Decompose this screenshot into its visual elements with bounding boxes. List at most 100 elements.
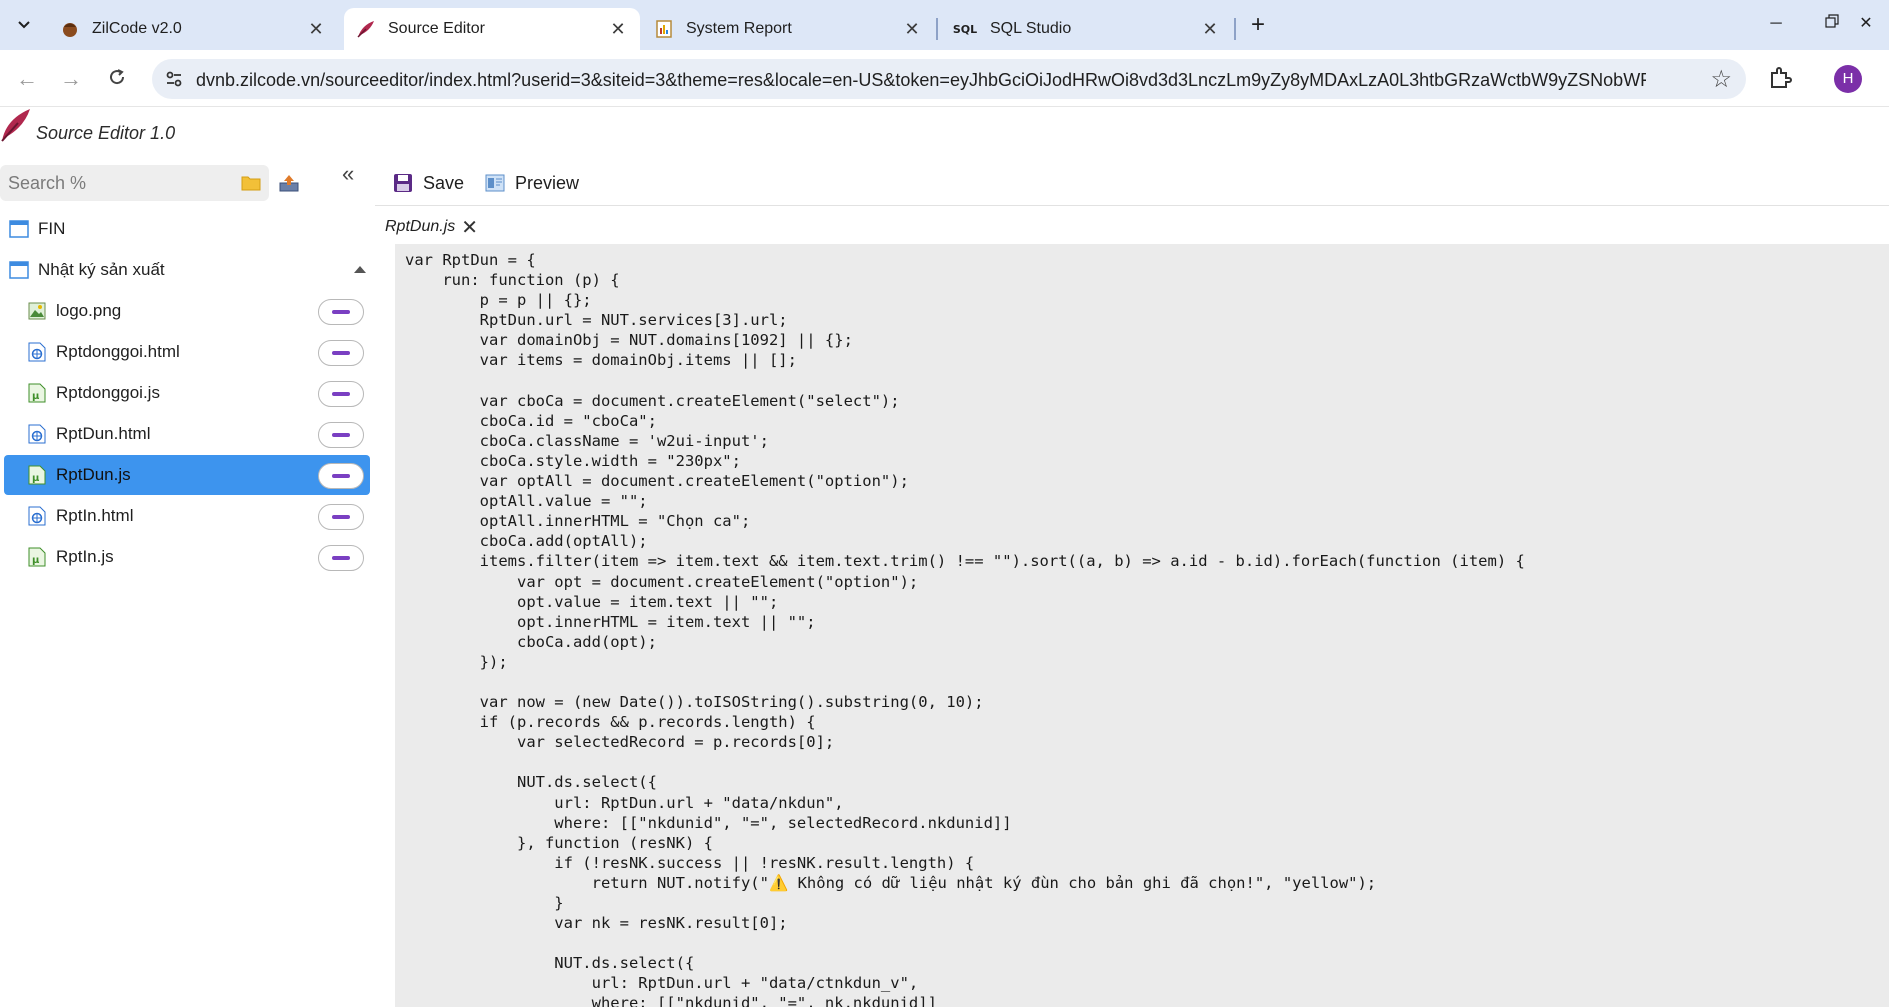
code-line[interactable]: var opt = document.createElement("option… bbox=[405, 572, 1525, 592]
open-folder-button[interactable] bbox=[233, 165, 269, 201]
remove-file-button[interactable] bbox=[318, 422, 364, 448]
save-button[interactable]: Save bbox=[393, 168, 464, 198]
code-line[interactable]: var RptDun = { bbox=[405, 250, 1525, 270]
search-input[interactable] bbox=[0, 165, 233, 201]
code-line[interactable]: }); bbox=[405, 652, 1525, 672]
code-line[interactable]: var optAll = document.createElement("opt… bbox=[405, 471, 1525, 491]
code-line[interactable]: optAll.innerHTML = "Chọn ca"; bbox=[405, 511, 1525, 531]
tab-separator bbox=[1234, 18, 1236, 40]
image-file-icon bbox=[26, 300, 48, 322]
tree-file-rptin-js[interactable]: μ RptIn.js bbox=[4, 537, 370, 577]
remove-file-button[interactable] bbox=[318, 381, 364, 407]
code-line[interactable]: var domainObj = NUT.domains[1092] || {}; bbox=[405, 330, 1525, 350]
code-line[interactable]: url: RptDun.url + "data/ctnkdun_v", bbox=[405, 973, 1525, 993]
code-line[interactable]: return NUT.notify("⚠️ Không có dữ liệu n… bbox=[405, 873, 1525, 893]
code-line[interactable]: if (!resNK.success || !resNK.result.leng… bbox=[405, 853, 1525, 873]
browser-tab-source-editor[interactable]: Source Editor ✕ bbox=[344, 8, 640, 50]
upload-button[interactable] bbox=[271, 165, 307, 201]
code-line[interactable]: cboCa.id = "cboCa"; bbox=[405, 411, 1525, 431]
code-line[interactable]: cboCa.add(opt); bbox=[405, 632, 1525, 652]
remove-file-button[interactable] bbox=[318, 299, 364, 325]
code-line[interactable] bbox=[405, 371, 1525, 391]
tab-title: ZilCode v2.0 bbox=[92, 20, 182, 37]
tree-item-label: RptIn.js bbox=[56, 547, 114, 566]
preview-button[interactable]: Preview bbox=[485, 168, 579, 198]
open-file-name: RptDun.js bbox=[385, 218, 456, 235]
code-editor[interactable]: var RptDun = { run: function (p) { p = p… bbox=[395, 244, 1889, 1007]
code-line[interactable]: NUT.ds.select({ bbox=[405, 953, 1525, 973]
remove-file-button[interactable] bbox=[318, 545, 364, 571]
collapse-caret-icon[interactable] bbox=[354, 266, 366, 273]
acorn-favicon-icon bbox=[60, 19, 80, 39]
code-line[interactable]: var selectedRecord = p.records[0]; bbox=[405, 732, 1525, 752]
code-line[interactable]: run: function (p) { bbox=[405, 270, 1525, 290]
tree-file-rptdun-js[interactable]: μ RptDun.js bbox=[4, 455, 370, 495]
tree-folder-nhat-ky-san-xuat[interactable]: Nhật ký sản xuất bbox=[8, 250, 374, 290]
tab-search-menu-button[interactable] bbox=[10, 12, 38, 38]
code-line[interactable]: }, function (resNK) { bbox=[405, 833, 1525, 853]
close-tab-icon[interactable]: ✕ bbox=[1200, 19, 1220, 39]
close-window-button[interactable]: ✕ bbox=[1846, 10, 1886, 38]
code-line[interactable]: where: [["nkdunid", "=", nk.nkdunid]] bbox=[405, 993, 1525, 1007]
remove-file-button[interactable] bbox=[318, 340, 364, 366]
browser-tab-system-report[interactable]: System Report ✕ bbox=[642, 8, 934, 50]
reload-button[interactable] bbox=[102, 64, 132, 94]
code-line[interactable]: cboCa.add(optAll); bbox=[405, 531, 1525, 551]
code-line[interactable]: cboCa.className = 'w2ui-input'; bbox=[405, 431, 1525, 451]
code-line[interactable]: var nk = resNK.result[0]; bbox=[405, 913, 1525, 933]
site-settings-icon[interactable] bbox=[164, 69, 184, 89]
close-file-icon[interactable]: ✕ bbox=[461, 215, 478, 240]
code-line[interactable]: var items = domainObj.items || []; bbox=[405, 350, 1525, 370]
code-line[interactable]: opt.innerHTML = item.text || ""; bbox=[405, 612, 1525, 632]
code-line[interactable]: } bbox=[405, 893, 1525, 913]
save-label: Save bbox=[423, 172, 465, 193]
address-bar[interactable]: dvnb.zilcode.vn/sourceeditor/index.html?… bbox=[152, 59, 1746, 99]
minimize-window-button[interactable]: ─ bbox=[1756, 10, 1796, 38]
browser-tab-sql-studio[interactable]: SQL SQL Studio ✕ bbox=[940, 8, 1232, 50]
collapse-sidebar-button[interactable]: « bbox=[342, 161, 354, 187]
browser-tab-zilcode[interactable]: ZilCode v2.0 ✕ bbox=[48, 8, 338, 50]
html-file-icon bbox=[26, 341, 48, 363]
code-line[interactable]: url: RptDun.url + "data/nkdun", bbox=[405, 793, 1525, 813]
url-text[interactable]: dvnb.zilcode.vn/sourceeditor/index.html?… bbox=[196, 70, 1646, 91]
code-line[interactable]: where: [["nkdunid", "=", selectedRecord.… bbox=[405, 813, 1525, 833]
tree-file-rptin-html[interactable]: RptIn.html bbox=[4, 496, 370, 536]
code-line[interactable]: var cboCa = document.createElement("sele… bbox=[405, 391, 1525, 411]
back-button[interactable]: ← bbox=[12, 64, 42, 94]
close-tab-icon[interactable]: ✕ bbox=[306, 19, 326, 39]
code-line[interactable]: opt.value = item.text || ""; bbox=[405, 592, 1525, 612]
restore-icon bbox=[1825, 14, 1839, 28]
code-line[interactable]: optAll.value = ""; bbox=[405, 491, 1525, 511]
js-file-icon: μ bbox=[26, 464, 48, 486]
code-line[interactable]: cboCa.style.width = "230px"; bbox=[405, 451, 1525, 471]
close-tab-icon[interactable]: ✕ bbox=[902, 19, 922, 39]
remove-file-button[interactable] bbox=[318, 463, 364, 489]
browser-toolbar: ← → dvnb.zilcode.vn/sourceeditor/index.h… bbox=[0, 50, 1889, 107]
tree-file-logo-png[interactable]: logo.png bbox=[4, 291, 370, 331]
code-line[interactable]: items.filter(item => item.text && item.t… bbox=[405, 551, 1525, 571]
code-line[interactable] bbox=[405, 933, 1525, 953]
close-tab-icon[interactable]: ✕ bbox=[608, 19, 628, 39]
open-file-tab[interactable]: RptDun.js ✕ bbox=[385, 214, 478, 240]
tab-separator bbox=[936, 18, 938, 40]
code-line[interactable]: var now = (new Date()).toISOString().sub… bbox=[405, 692, 1525, 712]
code-line[interactable] bbox=[405, 672, 1525, 692]
new-tab-button[interactable]: + bbox=[1244, 12, 1272, 40]
code-content[interactable]: var RptDun = { run: function (p) { p = p… bbox=[405, 250, 1525, 1007]
forward-button[interactable]: → bbox=[56, 64, 86, 94]
code-line[interactable]: NUT.ds.select({ bbox=[405, 772, 1525, 792]
tree-folder-fin[interactable]: FIN bbox=[8, 209, 374, 249]
remove-file-button[interactable] bbox=[318, 504, 364, 530]
bookmark-star-icon[interactable]: ☆ bbox=[1710, 65, 1732, 94]
tree-file-rptdonggoi-js[interactable]: μ Rptdonggoi.js bbox=[4, 373, 370, 413]
profile-avatar[interactable]: H bbox=[1834, 65, 1862, 93]
tree-file-rptdun-html[interactable]: RptDun.html bbox=[4, 414, 370, 454]
code-line[interactable]: if (p.records && p.records.length) { bbox=[405, 712, 1525, 732]
extensions-icon[interactable] bbox=[1766, 65, 1794, 93]
code-line[interactable] bbox=[405, 752, 1525, 772]
tree-file-rptdonggoi-html[interactable]: Rptdonggoi.html bbox=[4, 332, 370, 372]
code-line[interactable]: RptDun.url = NUT.services[3].url; bbox=[405, 310, 1525, 330]
report-favicon-icon bbox=[654, 19, 674, 39]
editor-panel: Save Preview RptDun.js ✕ var RptDun = { … bbox=[375, 159, 1889, 1007]
code-line[interactable]: p = p || {}; bbox=[405, 290, 1525, 310]
